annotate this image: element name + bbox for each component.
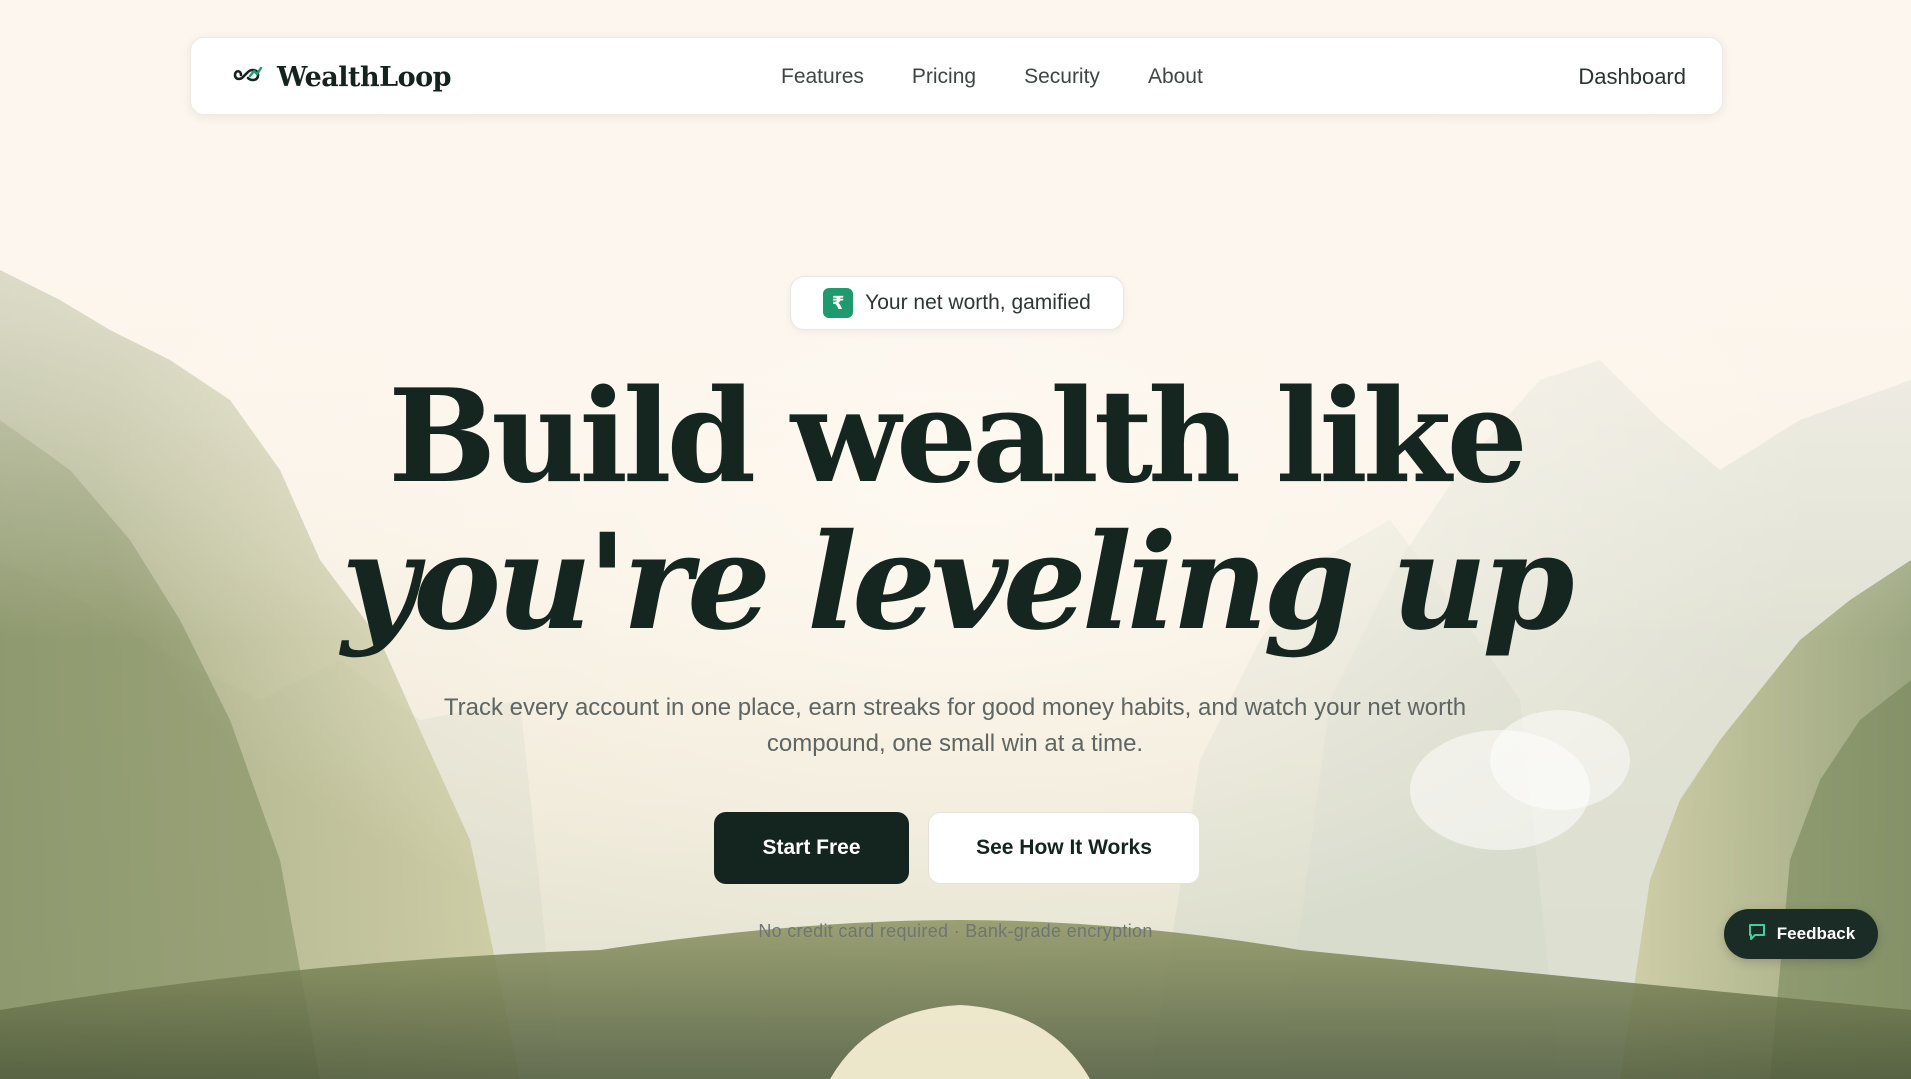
hero-fineprint: No credit card required · Bank-grade enc… bbox=[758, 921, 1153, 941]
badge-text: Your net worth, gamified bbox=[865, 291, 1091, 314]
hero-headline-line-1: Build wealth like bbox=[388, 362, 1528, 512]
infinity-loop-icon bbox=[233, 65, 263, 89]
rupee-icon: ₹ bbox=[823, 288, 854, 318]
hero-subtitle: Track every account in one place, earn s… bbox=[443, 694, 1467, 757]
dashboard-link[interactable]: Dashboard bbox=[1578, 38, 1686, 116]
brand-logo[interactable]: WealthLoop bbox=[233, 58, 452, 96]
start-free-button[interactable]: Start Free bbox=[714, 812, 909, 884]
feedback-button[interactable]: Feedback bbox=[1724, 909, 1878, 959]
see-how-it-works-button[interactable]: See How It Works bbox=[928, 812, 1200, 884]
nav-link-security[interactable]: Security bbox=[1024, 65, 1100, 89]
nav-link-pricing[interactable]: Pricing bbox=[912, 65, 976, 89]
chat-bubble-icon bbox=[1747, 922, 1767, 947]
hero-badge: ₹ Your net worth, gamified bbox=[790, 276, 1124, 330]
feedback-label: Feedback bbox=[1776, 924, 1856, 943]
top-navbar: WealthLoop Features Pricing Security Abo… bbox=[190, 37, 1723, 115]
brand-name: WealthLoop bbox=[277, 61, 452, 93]
nav-links: Features Pricing Security About bbox=[781, 38, 1203, 116]
nav-link-about[interactable]: About bbox=[1148, 65, 1203, 89]
hero-headline-line-2: you're leveling up bbox=[341, 505, 1574, 660]
nav-link-features[interactable]: Features bbox=[781, 65, 864, 89]
